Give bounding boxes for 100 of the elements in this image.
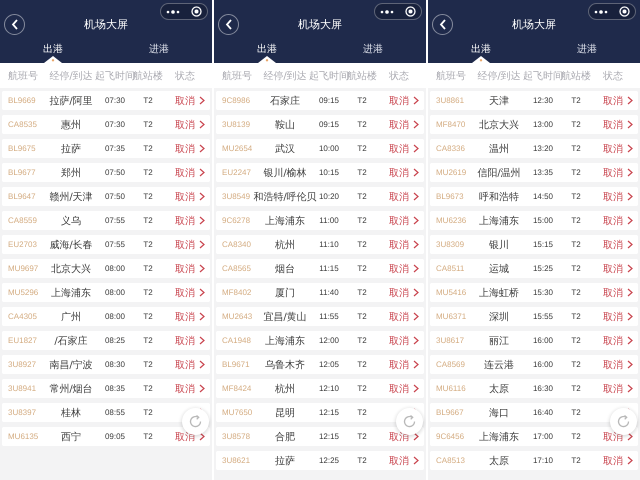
chevron-icon [413, 456, 419, 465]
more-icon[interactable] [166, 10, 180, 14]
chevron-icon [413, 312, 419, 321]
flight-number: MU6371 [436, 312, 466, 321]
flight-row[interactable]: EU1827 /石家庄 08:25 T2 取消 [2, 331, 210, 350]
back-button[interactable] [218, 14, 239, 35]
flight-row[interactable]: MU6371 深圳 15:55 T2 取消 [430, 307, 638, 326]
flight-row[interactable]: CA8511 运城 15:25 T2 取消 [430, 259, 638, 278]
flight-row[interactable]: BL9671 乌鲁木齐 12:05 T2 取消 [216, 355, 424, 374]
flight-status: 取消 [389, 166, 409, 180]
flight-number: EU2247 [222, 168, 251, 177]
terminal: T2 [357, 384, 367, 393]
departure-time: 09:15 [318, 96, 340, 105]
flight-row[interactable]: BL9677 郑州 07:50 T2 取消 [2, 163, 210, 182]
flight-status: 取消 [603, 166, 623, 180]
flight-row[interactable]: MU5416 上海虹桥 15:30 T2 取消 [430, 283, 638, 302]
flight-number: EU1827 [8, 336, 37, 345]
flight-row[interactable]: CA8336 温州 13:20 T2 取消 [430, 139, 638, 158]
mini-program-capsule[interactable] [374, 3, 422, 20]
page-title: 机场大屏 [298, 16, 342, 32]
chevron-icon [627, 216, 633, 225]
terminal: T2 [143, 432, 153, 441]
chevron-icon [199, 144, 205, 153]
flight-row[interactable]: BL9675 拉萨 07:35 T2 取消 [2, 139, 210, 158]
terminal: T2 [571, 216, 581, 225]
flight-status: 取消 [603, 358, 623, 372]
flight-status: 取消 [389, 238, 409, 252]
flight-row[interactable]: MF8402 厦门 11:40 T2 取消 [216, 283, 424, 302]
flight-row[interactable]: CA4305 广州 08:00 T2 取消 [2, 307, 210, 326]
flight-number: 3U8309 [436, 240, 464, 249]
flight-row[interactable]: 3U8139 鞍山 09:15 T2 取消 [216, 115, 424, 134]
flight-row[interactable]: CA8535 惠州 07:30 T2 取消 [2, 115, 210, 134]
flight-row[interactable]: MU2619 信阳/温州 13:35 T2 取消 [430, 163, 638, 182]
flight-row[interactable]: CA8340 杭州 11:10 T2 取消 [216, 235, 424, 254]
flight-row[interactable]: MF8424 杭州 12:10 T2 取消 [216, 379, 424, 398]
tab[interactable]: 进港 [534, 40, 640, 63]
page-title: 机场大屏 [512, 16, 556, 32]
flight-row[interactable]: CA8565 烟台 11:15 T2 取消 [216, 259, 424, 278]
back-button[interactable] [432, 14, 453, 35]
flight-row[interactable]: 3U8927 南昌/宁波 08:30 T2 取消 [2, 355, 210, 374]
chevron-icon [199, 240, 205, 249]
back-button[interactable] [4, 14, 25, 35]
flight-row[interactable]: 3U8941 常州/烟台 08:35 T2 取消 [2, 379, 210, 398]
flight-row[interactable]: MU9697 北京大兴 08:00 T2 取消 [2, 259, 210, 278]
departure-time: 07:35 [104, 144, 126, 153]
column-header: 经停/到达 [263, 70, 307, 82]
destination: 广州 [61, 310, 81, 324]
chevron-icon [199, 432, 205, 441]
column-header: 航站楼 [133, 70, 163, 82]
destination: 北京大兴 [479, 118, 519, 132]
flight-row[interactable]: BL9647 赣州/天津 07:50 T2 取消 [2, 187, 210, 206]
flight-row[interactable]: BL9667 海口 16:40 T2 [430, 403, 638, 422]
flight-row[interactable]: MU6236 上海浦东 15:00 T2 取消 [430, 211, 638, 230]
more-icon[interactable] [380, 10, 394, 14]
flight-row[interactable]: EU2703 威海/长春 07:55 T2 取消 [2, 235, 210, 254]
flight-number: MU2643 [222, 312, 252, 321]
flight-row[interactable]: 3U8397 桂林 08:55 T2 [2, 403, 210, 422]
departure-time: 09:15 [318, 120, 340, 129]
tab[interactable]: 出港 [214, 40, 320, 63]
flight-row[interactable]: EU2247 银川/榆林 10:15 T2 取消 [216, 163, 424, 182]
flight-row[interactable]: 9C6278 上海浦东 11:00 T2 取消 [216, 211, 424, 230]
destination: 拉萨 [61, 142, 81, 156]
tab[interactable]: 出港 [0, 40, 106, 63]
flight-number: CA8559 [8, 216, 37, 225]
more-icon[interactable] [594, 10, 608, 14]
flight-row[interactable]: CA8569 连云港 16:00 T2 取消 [430, 355, 638, 374]
flight-row[interactable]: BL9669 拉萨/阿里 07:30 T2 取消 [2, 91, 210, 110]
tab[interactable]: 出港 [428, 40, 534, 63]
flight-row[interactable]: MF8470 北京大兴 13:00 T2 取消 [430, 115, 638, 134]
flight-row[interactable]: MU7650 昆明 12:15 T2 [216, 403, 424, 422]
terminal: T2 [143, 96, 153, 105]
flight-row[interactable]: MU5296 上海浦东 08:00 T2 取消 [2, 283, 210, 302]
mini-program-capsule[interactable] [160, 3, 208, 20]
flight-row[interactable]: 3U8861 天津 12:30 T2 取消 [430, 91, 638, 110]
chevron-icon [413, 168, 419, 177]
flight-row[interactable]: 3U8617 丽江 16:00 T2 取消 [430, 331, 638, 350]
tab[interactable]: 进港 [320, 40, 426, 63]
terminal: T2 [143, 240, 153, 249]
mini-program-capsule[interactable] [588, 3, 636, 20]
flight-row[interactable]: 9C8986 石家庄 09:15 T2 取消 [216, 91, 424, 110]
flight-status: 取消 [175, 358, 195, 372]
flight-row[interactable]: MU2654 武汉 10:00 T2 取消 [216, 139, 424, 158]
chevron-icon [627, 168, 633, 177]
flight-number: CA8565 [222, 264, 251, 273]
terminal: T2 [357, 264, 367, 273]
flight-row[interactable]: CA8559 义乌 07:55 T2 取消 [2, 211, 210, 230]
terminal: T2 [357, 216, 367, 225]
flight-row[interactable]: 3U8309 银川 15:15 T2 取消 [430, 235, 638, 254]
flight-row[interactable]: CA1948 上海浦东 12:00 T2 取消 [216, 331, 424, 350]
chevron-icon [627, 456, 633, 465]
flight-status: 取消 [389, 334, 409, 348]
tab[interactable]: 进港 [106, 40, 212, 63]
flight-row[interactable]: MU2643 宜昌/黄山 11:55 T2 取消 [216, 307, 424, 326]
flight-row[interactable]: MU6116 太原 16:30 T2 取消 [430, 379, 638, 398]
flight-row[interactable]: BL9673 呼和浩特 14:50 T2 取消 [430, 187, 638, 206]
flight-row[interactable]: 3U8549 和浩特/呼伦贝 10:20 T2 取消 [216, 187, 424, 206]
departure-time: 07:55 [104, 216, 126, 225]
flight-row[interactable]: CA8513 太原 17:10 T2 取消 [430, 451, 638, 470]
flight-row[interactable]: 3U8621 拉萨 12:25 T2 取消 [216, 451, 424, 470]
destination: 厦门 [275, 286, 295, 300]
